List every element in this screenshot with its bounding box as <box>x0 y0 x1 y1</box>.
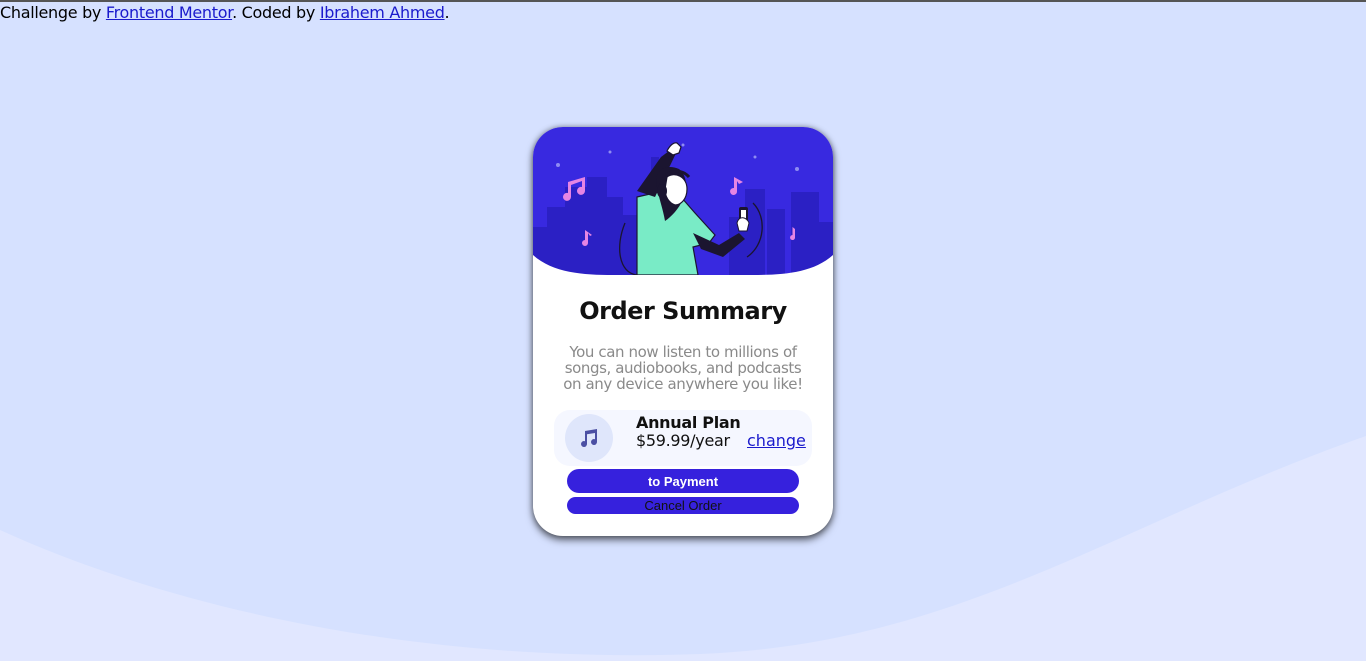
plan-box: Annual Plan $59.99/year change <box>554 410 812 466</box>
attribution-suffix: . <box>444 3 450 22</box>
plan-name: Annual Plan <box>636 413 741 432</box>
attribution-prefix: Challenge by <box>0 3 106 22</box>
order-summary-card: Order Summary You can now listen to mill… <box>533 127 833 536</box>
proceed-to-payment-button[interactable]: to Payment <box>567 469 799 493</box>
card-description: You can now listen to millions of songs,… <box>563 343 803 393</box>
attribution: Challenge by Frontend Mentor. Coded by I… <box>0 3 450 22</box>
plan-icon-container <box>565 414 613 462</box>
change-plan-link[interactable]: change <box>747 431 806 450</box>
plan-price: $59.99/year <box>636 431 730 450</box>
music-note-icon <box>581 429 598 448</box>
card-title: Order Summary <box>579 297 787 325</box>
cancel-order-button[interactable]: Cancel Order <box>567 497 799 514</box>
frontend-mentor-link[interactable]: Frontend Mentor <box>106 3 232 22</box>
author-link[interactable]: Ibrahem Ahmed <box>320 3 445 22</box>
attribution-middle: . Coded by <box>232 3 320 22</box>
hero-illustration <box>533 127 833 275</box>
